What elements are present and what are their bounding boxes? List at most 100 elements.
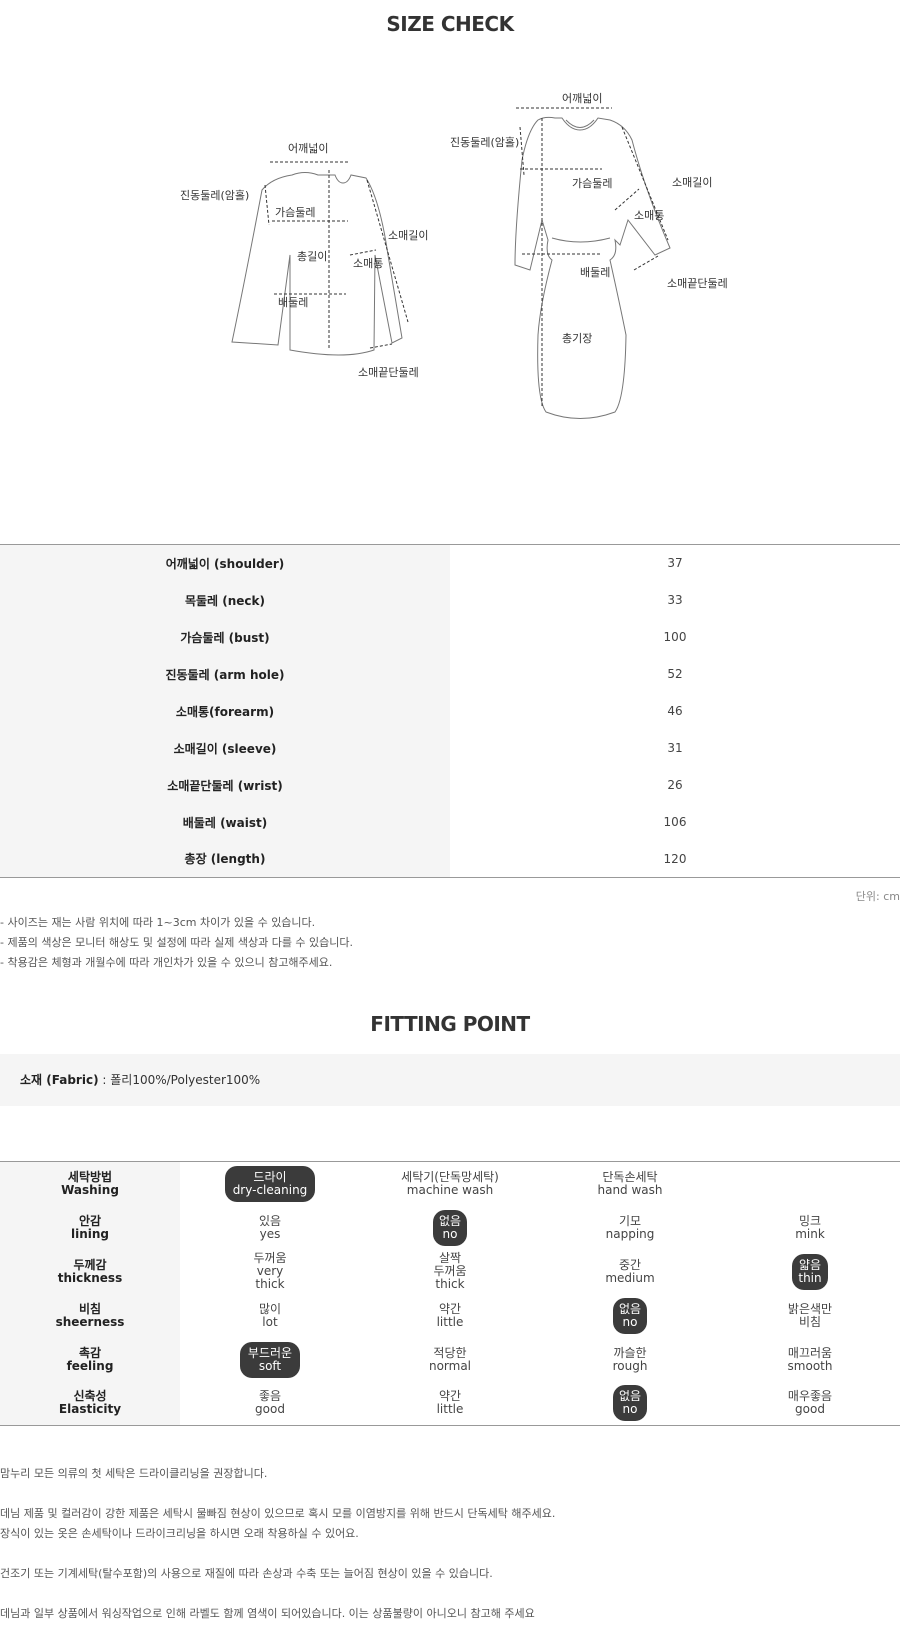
dress-waist-label: 배둘레 [580,266,610,279]
size-value: 106 [663,815,687,829]
table-row: 신축성 Elasticity 좋음 good 약간 little 없음 no 매우좋음 g… [0,1381,900,1426]
dress-waistline [551,237,611,243]
top-forearm-label: 소매통 [353,257,383,270]
fabric-label: 소재 (Fabric) [20,1073,99,1087]
fit-option: 약간 little [436,1389,464,1417]
size-label: 소매끝단둘레 (wrist) [0,766,450,804]
size-value: 33 [667,593,683,607]
table-row: 목둘레 (neck) 33 [0,581,900,619]
fit-option: 기모 napping [605,1213,655,1241]
top-bust-label: 가슴둘레 [275,206,315,219]
dress-forearm-label: 소매통 [634,209,664,222]
dress-sleeve-label: 소매길이 [672,176,712,189]
size-value: 52 [667,667,683,681]
fit-option-selected: 드라이 dry-cleaning [224,1165,316,1202]
table-row: 배둘레 (waist) 106 [0,803,900,841]
fit-option: 적당한 normal [428,1345,472,1373]
care-line [0,1544,555,1564]
fit-option: 살짝 두꺼움 thick [433,1251,467,1291]
fit-option: 많이 lot [258,1301,282,1329]
note-line: - 제품의 색상은 모니터 해상도 및 설정에 따라 실제 색상과 다를 수 있… [0,936,354,949]
fit-option-selected: 없음 no [612,1385,648,1422]
table-row: 안감 lining 있음 yes 없음 no 기모 napping 밍크 mink [0,1205,900,1250]
care-line [0,1584,555,1604]
size-value: 100 [663,630,687,644]
fitting-point-title: FITTING POINT [370,1012,530,1036]
fit-category: 비침 sheerness [0,1293,180,1338]
table-row: 어깨넓이 (shoulder) 37 [0,544,900,582]
table-row: 소매길이 (sleeve) 31 [0,729,900,767]
table-row: 총장 (length) 120 [0,840,900,878]
size-value: 46 [667,704,683,718]
size-label: 총장 (length) [0,840,450,878]
size-value: 26 [667,778,683,792]
size-label: 소매길이 (sleeve) [0,729,450,767]
size-check-title: SIZE CHECK [386,12,514,36]
care-line: 장식이 있는 옷은 손세탁이나 드라이크리닝을 하시면 오래 착용하실 수 있어… [0,1527,359,1540]
size-label: 어깨넓이 (shoulder) [0,544,450,582]
care-line [0,1484,555,1504]
fit-option: 단독손세탁 hand wash [597,1169,663,1197]
fit-option-selected: 얇음 thin [792,1253,828,1290]
size-label: 진동둘레 (arm hole) [0,655,450,693]
top-armhole-label: 진동둘레(암홀) [180,189,249,202]
fit-option-selected: 없음 no [432,1209,468,1246]
note-line: - 착용감은 체형과 개월수에 따라 개인차가 있을 수 있으니 참고해주세요. [0,956,333,969]
size-table: 어깨넓이 (shoulder) 37 목둘레 (neck) 33 가슴둘레 (bus… [0,544,900,878]
table-row: 비침 sheerness 많이 lot 약간 little 없음 no 밝은색만 비침 [0,1293,900,1338]
dress-bust-label: 가슴둘레 [572,177,612,190]
fit-category: 두께감 thickness [0,1249,180,1294]
size-label: 소매통(forearm) [0,692,450,730]
table-row: 소매통(forearm) 46 [0,692,900,730]
fit-category: 안감 lining [0,1205,180,1250]
table-row: 두께감 thickness 두꺼움 very thick 살짝 두꺼움 thick 중… [0,1249,900,1294]
table-row: 세탁방법 Washing 드라이 dry-cleaning 세탁기(단독망세탁) ma… [0,1161,900,1206]
fit-option: 두꺼움 very thick [253,1251,287,1291]
fit-option: 중간 medium [605,1257,655,1285]
unit-note: 단위: cm [855,890,900,903]
top-shoulder-label: 어깨넓이 [288,142,328,155]
fit-option: 매끄러움 smooth [787,1345,833,1373]
care-notes: 맘누리 모든 의류의 첫 세탁은 드라이클리닝을 권장합니다. 데님 제품 및 … [0,1464,555,1624]
fit-category: 세탁방법 Washing [0,1161,180,1206]
size-value: 120 [663,851,687,866]
top-total-label: 총길이 [297,250,327,263]
fabric-value: : 폴리100%/Polyester100% [98,1073,261,1087]
fit-option: 매우좋음 good [787,1389,833,1417]
fitting-table: 세탁방법 Washing 드라이 dry-cleaning 세탁기(단독망세탁) ma… [0,1161,900,1426]
note-line: - 사이즈는 재는 사람 위치에 따라 1~3cm 차이가 있을 수 있습니다. [0,916,316,929]
fit-option: 세탁기(단독망세탁) machine wash [401,1169,499,1197]
fit-option-selected: 부드러운 soft [239,1341,301,1378]
fit-option: 밍크 mink [795,1213,825,1241]
fabric-bar: 소재 (Fabric) : 폴리100%/Polyester100% [0,1054,900,1106]
fit-option-selected: 없음 no [612,1297,648,1334]
dress-wrist-label: 소매끝단둘레 [667,277,728,290]
dress-armhole-label: 진동둘레(암홀) [450,136,519,149]
size-notes: - 사이즈는 재는 사람 위치에 따라 1~3cm 차이가 있을 수 있습니다.… [0,913,353,973]
top-wrist-label: 소매끝단둘레 [358,366,419,379]
fit-option: 좋음 good [255,1389,285,1417]
care-line: 데님 제품 및 컬러감이 강한 제품은 세탁시 물빠짐 현상이 있으므로 혹시 … [0,1507,556,1520]
size-value: 37 [667,556,683,571]
care-line: 데님과 일부 상품에서 워싱작업으로 인해 라벨도 함께 염색이 되어있습니다.… [0,1607,535,1620]
size-label: 배둘레 (waist) [0,803,450,841]
fit-option: 밝은색만 비침 [787,1301,833,1329]
table-row: 진동둘레 (arm hole) 52 [0,655,900,693]
table-row: 촉감 feeling 부드러운 soft 적당한 normal 까슬한 rough 매끄… [0,1337,900,1382]
dress-length-label: 총기장 [562,332,592,345]
table-row: 소매끝단둘레 (wrist) 26 [0,766,900,804]
table-row: 가슴둘레 (bust) 100 [0,618,900,656]
size-label: 가슴둘레 (bust) [0,618,450,656]
top-waist-label: 배둘레 [278,296,308,309]
size-value: 31 [667,741,683,755]
fit-option: 약간 little [436,1301,464,1329]
dress-shoulder-label: 어깨넓이 [562,92,602,105]
top-sleeve-label: 소매길이 [388,229,428,242]
size-label: 목둘레 (neck) [0,581,450,619]
fit-option: 있음 yes [258,1213,282,1241]
fit-category: 촉감 feeling [0,1337,180,1382]
care-line: 맘누리 모든 의류의 첫 세탁은 드라이클리닝을 권장합니다. [0,1467,268,1480]
care-line: 건조기 또는 기계세탁(탈수포함)의 사용으로 재질에 따라 손상과 수축 또는… [0,1567,493,1580]
fit-option: 까슬한 rough [612,1345,648,1373]
fit-category: 신축성 Elasticity [0,1381,180,1426]
